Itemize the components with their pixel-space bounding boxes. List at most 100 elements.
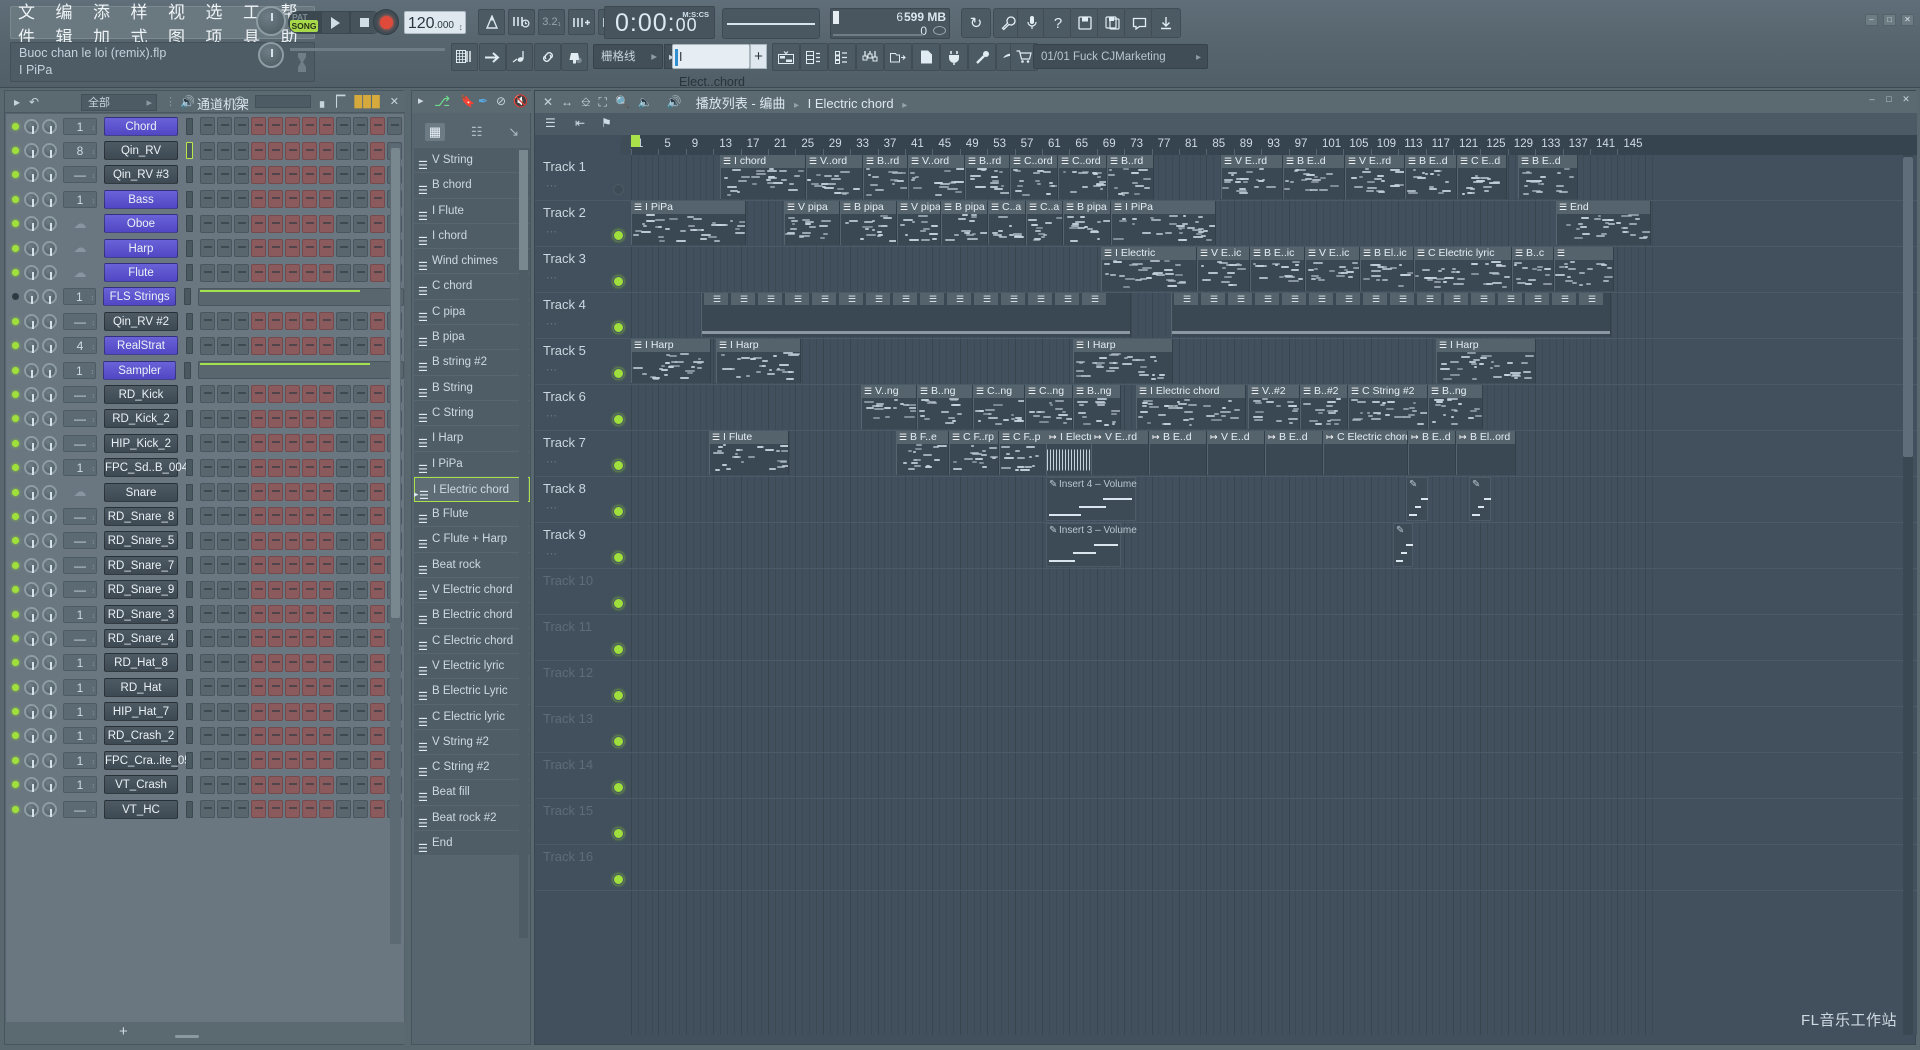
pattern-clip[interactable]: B..#2 [1300,385,1348,429]
step-button[interactable] [319,751,334,770]
step-button[interactable] [319,556,334,575]
pattern-clip[interactable]: V pipa [897,201,941,245]
channel-selector-bar[interactable] [186,117,193,135]
channel-name-button[interactable]: VT_HC [104,799,178,819]
step-button[interactable] [251,214,266,233]
step-sequencer-steps[interactable] [200,458,402,477]
step-button[interactable] [200,678,215,697]
track-enable-led[interactable] [613,782,624,793]
save-as-button[interactable] [1097,8,1127,38]
channel-row[interactable]: — Qin_RV #3 [6,163,404,187]
step-button[interactable] [353,458,368,477]
countdown-button[interactable]: 3.2₁ [538,9,565,35]
step-button[interactable] [302,751,317,770]
zoom-icon[interactable]: 🔍 [615,95,630,109]
channel-led[interactable] [12,561,19,569]
step-button[interactable] [370,678,385,697]
channel-row[interactable]: 1 FLS Strings [6,285,404,309]
pitch-slider-panel[interactable] [722,8,820,39]
step-button[interactable] [251,141,266,160]
channel-led[interactable] [12,586,19,594]
step-button[interactable] [285,239,300,258]
step-button[interactable] [336,775,351,794]
channel-selector-bar[interactable] [186,312,193,330]
step-button[interactable] [302,434,317,453]
channel-pan-knob[interactable] [24,143,39,159]
step-button[interactable] [217,556,232,575]
audio-clip[interactable]: V E..rd [1091,431,1149,475]
pattern-clip[interactable]: B pipa [840,201,897,245]
step-button[interactable] [234,580,249,599]
channel-name-button[interactable]: RD_Kick_2 [104,409,178,429]
track-enable-led[interactable] [613,506,624,517]
channel-led[interactable] [12,439,19,447]
step-button[interactable] [353,190,368,209]
channel-selector-bar[interactable] [186,629,193,647]
pattern-clip[interactable]: V..ord [806,155,863,199]
picker-item[interactable]: ☰ C chord [414,274,530,300]
channel-led[interactable] [12,366,19,374]
step-button[interactable] [234,678,249,697]
step-button[interactable] [268,702,283,721]
record-circle-icon[interactable]: ◯ [234,95,246,108]
step-button[interactable] [353,434,368,453]
track-header[interactable]: Track 7 ⋯ [535,431,631,477]
step-button[interactable] [336,385,351,404]
channel-row[interactable]: ☁ Flute [6,260,404,284]
step-button[interactable] [285,312,300,331]
channel-selector-bar[interactable] [186,385,193,403]
channel-fullbar[interactable] [198,361,404,380]
picker-item[interactable]: ☰ Beat fill [414,780,530,806]
playlist-grid[interactable]: I chordV..ordB..rdV..ordB..rdC..ordC..or… [631,155,1917,1035]
channel-volume-knob[interactable] [41,289,57,305]
step-button[interactable] [336,117,351,136]
channel-led[interactable] [12,464,19,472]
step-button[interactable] [217,775,232,794]
step-sequencer-steps[interactable] [200,531,402,550]
channel-led[interactable] [12,195,19,203]
step-button[interactable] [370,629,385,648]
resize-icon[interactable]: ↔ [561,95,573,109]
channel-led[interactable] [12,147,19,155]
step-button[interactable] [353,483,368,502]
channel-led[interactable] [12,512,19,520]
pattern-clip[interactable]: I PiPa [1111,201,1216,245]
step-button[interactable] [336,605,351,623]
step-button[interactable] [319,141,334,160]
automation-clip[interactable]: Insert 4 – Volume [1046,477,1137,521]
pattern-clip[interactable]: V..ord [908,155,965,199]
step-button[interactable] [251,263,266,282]
step-button[interactable] [336,263,351,282]
step-button[interactable] [370,800,385,819]
track-header[interactable]: Track 3 ⋯ [535,247,631,293]
track-enable-led[interactable] [613,414,624,425]
picker-item[interactable]: ☰ V Electric lyric [414,653,530,680]
pattern-clip[interactable]: B..ng [1073,385,1121,429]
track-header[interactable]: Track 9 ⋯ [535,523,631,569]
channel-volume-knob[interactable] [42,533,57,549]
step-button[interactable] [234,556,249,575]
step-button[interactable] [353,409,368,428]
channel-pan-knob[interactable] [24,216,39,232]
channel-led[interactable] [12,634,19,642]
channel-led[interactable] [12,317,19,325]
track-header[interactable]: Track 5 ⋯ [535,339,631,385]
step-button[interactable] [336,751,351,770]
step-button[interactable] [251,385,266,404]
pattern-clip[interactable]: B..rd [1107,155,1154,199]
step-button[interactable] [370,458,385,477]
step-button[interactable] [268,531,283,550]
channel-mixer-number[interactable]: — [63,385,97,405]
step-button[interactable] [268,629,283,648]
channel-rack-scrollbar[interactable] [390,144,401,944]
channel-selector-bar[interactable] [186,337,193,355]
step-button[interactable] [336,141,351,160]
step-button[interactable] [370,190,385,209]
pattern-clip[interactable]: B F..e [896,431,949,475]
step-button[interactable] [302,702,317,721]
channel-volume-knob[interactable] [42,191,57,207]
wait-for-input-button[interactable] [508,9,535,35]
step-button[interactable] [302,190,317,209]
slide-notes-button[interactable] [506,43,533,71]
step-button[interactable] [200,605,215,623]
